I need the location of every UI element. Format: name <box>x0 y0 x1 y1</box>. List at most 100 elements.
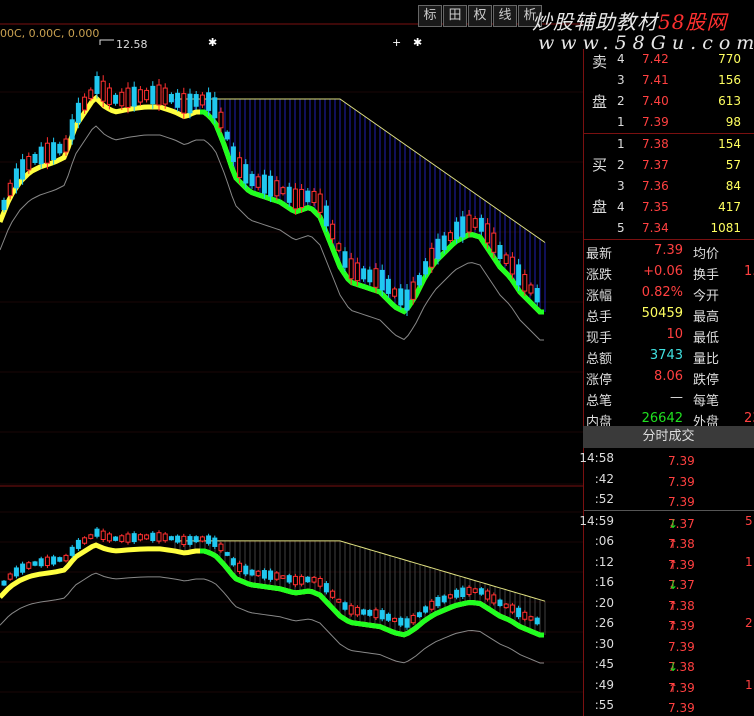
candle-body <box>503 603 509 609</box>
candle-body <box>237 562 243 573</box>
candle-body <box>429 247 435 268</box>
tick-row[interactable]: :49 7.39 ↑ 1 <box>584 675 754 696</box>
candle-body <box>423 606 429 613</box>
watermark-red: 58股网 <box>658 10 728 34</box>
candle-body <box>255 570 261 577</box>
candle-body <box>522 611 528 620</box>
candle-body <box>119 535 125 542</box>
candle-body <box>199 536 205 542</box>
candle-body <box>131 533 137 543</box>
toolbar-button-mark[interactable]: 标 <box>418 5 442 27</box>
tick-time: :16 <box>594 575 614 589</box>
stat-value: 10 <box>666 327 683 342</box>
candle-body <box>497 245 503 259</box>
bid-row[interactable]: 1 7.38 154 <box>584 134 754 155</box>
candle-body <box>478 217 484 232</box>
tick-row[interactable]: :30 7.39 <box>584 634 754 655</box>
candle-body <box>88 89 94 100</box>
candle-body <box>230 558 236 566</box>
tick-row[interactable]: :06 7.38 ↑ <box>584 531 754 552</box>
ask-row[interactable]: 1 7.39 98 <box>584 112 754 133</box>
bid-row[interactable]: 4 7.35 417 <box>584 197 754 218</box>
candle-body <box>441 235 447 251</box>
tick-row[interactable]: 14:58 7.39 <box>579 448 754 469</box>
stat-label: 现手 <box>586 331 613 346</box>
candle-body <box>522 274 528 292</box>
stat-label: 涨幅 <box>586 289 613 304</box>
candle-body <box>94 76 100 94</box>
candle-body <box>7 573 13 580</box>
candle-body <box>410 281 416 300</box>
ask-row[interactable]: 2 7.40 613 <box>584 91 754 112</box>
stat-value: 26642 <box>641 411 683 426</box>
tick-row[interactable]: :26 7.39 ↑ 2 <box>584 613 754 634</box>
candle-body <box>1 580 7 586</box>
toolbar-button-grid[interactable]: 田 <box>443 5 467 27</box>
stat-value: 3743 <box>649 348 683 363</box>
bid-row[interactable]: 3 7.36 84 <box>584 176 754 197</box>
ask-row[interactable]: 3 7.41 156 <box>584 70 754 91</box>
candle-body <box>416 612 422 618</box>
tick-row[interactable]: 14:59 7.37 ↓ 5 <box>579 509 754 532</box>
bid-volume: 417 <box>718 200 741 214</box>
stat-value: +0.06 <box>643 264 683 279</box>
candle-body <box>20 159 26 180</box>
ask-section: 卖 盘 4 7.42 770 3 7.41 156 2 7.40 613 1 7.39 98 <box>584 49 754 133</box>
stat-label-2: 最低 <box>693 331 720 346</box>
candle-body <box>44 142 50 164</box>
tick-row[interactable]: :12 7.39 ↑ 1 <box>584 552 754 573</box>
candle-body <box>193 536 199 543</box>
candle-body <box>51 142 57 161</box>
tick-list[interactable]: 14:58 7.39:42 7.39:52 7.39 14:59 7.37 ↓ 5:06 7.3… <box>579 448 754 716</box>
tick-time: 14:59 <box>579 513 614 528</box>
bid-level: 1 <box>617 137 625 151</box>
candle-body <box>497 599 503 607</box>
ask-row[interactable]: 4 7.42 770 <box>584 49 754 70</box>
tick-time: :30 <box>594 636 614 651</box>
tick-row[interactable]: :16 7.37 ↓ <box>584 572 754 593</box>
tick-row[interactable]: :55 7.39 <box>584 695 754 716</box>
candle-body <box>280 187 286 195</box>
ask-level: 2 <box>617 94 625 108</box>
candle-body <box>82 96 88 111</box>
bid-price: 7.35 <box>642 200 669 214</box>
chart-toolbar: 标 田 权 线 析 <box>418 5 543 27</box>
bid-row[interactable]: 5 7.34 1081 <box>584 218 754 239</box>
candle-body <box>286 186 292 203</box>
candle-body <box>13 168 19 189</box>
signal-star-icon: ✱ <box>208 36 218 49</box>
candle-body <box>137 89 143 103</box>
stat-row: 涨停 8.06 跌停 <box>584 367 754 388</box>
tick-row[interactable]: :20 7.38 ↑ <box>584 593 754 614</box>
bid-price: 7.36 <box>642 179 669 193</box>
candle-body <box>144 89 150 101</box>
kline-chart[interactable] <box>0 0 583 716</box>
stat-value: 50459 <box>641 306 683 321</box>
candle-body <box>224 131 230 140</box>
candle-body <box>466 586 472 595</box>
candle-body <box>237 157 243 178</box>
stat-label-2: 换手 <box>693 268 720 283</box>
toolbar-button-rights[interactable]: 权 <box>468 5 492 27</box>
candle-body <box>305 576 311 583</box>
tick-row[interactable]: :52 7.39 <box>584 489 754 510</box>
stat-row: 最新 7.39 均价 <box>584 241 754 262</box>
candle-body <box>460 216 466 238</box>
candle-body <box>466 214 472 233</box>
tick-row[interactable]: :45 7.38 ↓ <box>584 654 754 675</box>
ask-price: 7.42 <box>642 52 669 66</box>
toolbar-button-line[interactable]: 线 <box>493 5 517 27</box>
stat-row: 总额 3743 量比 <box>584 346 754 367</box>
stat-row: 涨幅 0.82% 今开 <box>584 283 754 304</box>
candle-body <box>491 594 497 604</box>
candle-body <box>63 138 69 153</box>
tick-row[interactable]: :42 7.39 <box>584 469 754 490</box>
candle-body <box>32 561 38 566</box>
tick-time: :06 <box>594 534 614 548</box>
candle-body <box>367 269 373 283</box>
bid-row[interactable]: 2 7.37 57 <box>584 155 754 176</box>
stat-value-2: 23 <box>744 411 754 426</box>
quote-stats: 最新 7.39 均价涨跌 +0.06 换手 1. 涨幅 0.82% 今开总手 50459 最高现手 1… <box>584 240 754 430</box>
ticks-header[interactable]: 分时成交 <box>583 426 754 448</box>
candle-body <box>392 288 398 297</box>
